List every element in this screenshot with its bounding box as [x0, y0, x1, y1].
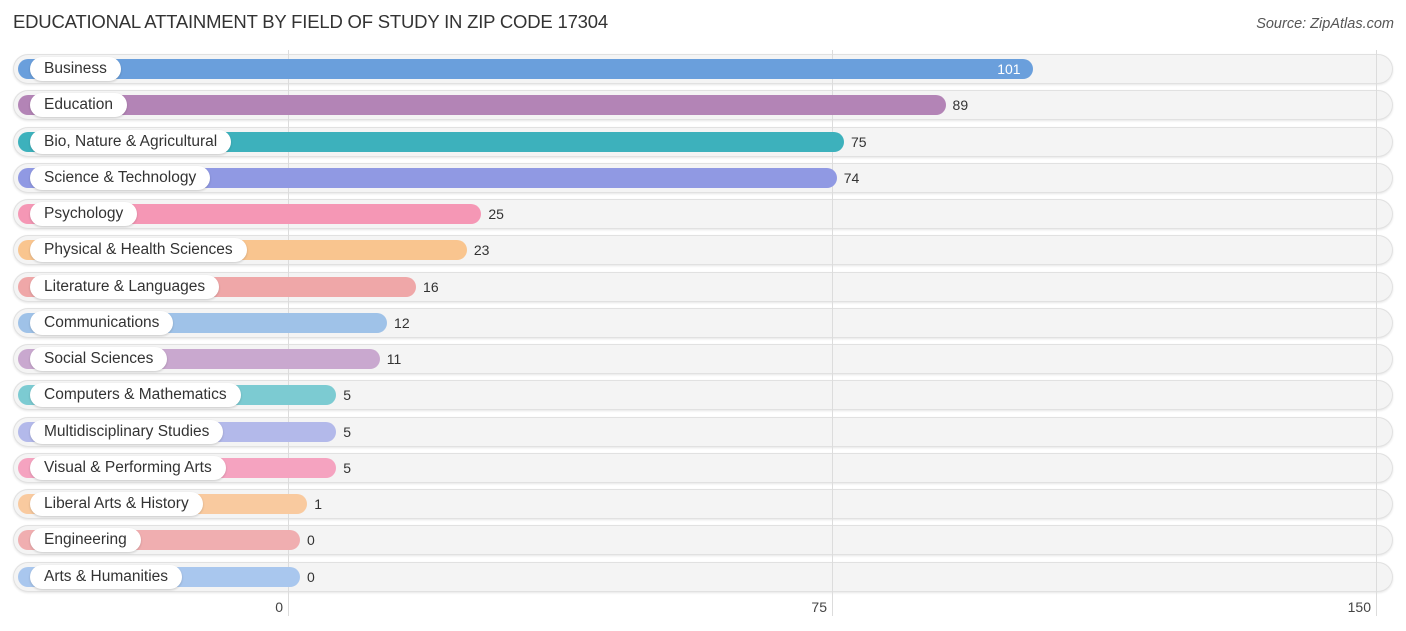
value-label: 74 — [843, 169, 860, 186]
category-label: Visual & Performing Arts — [30, 455, 226, 480]
category-label: Literature & Languages — [30, 274, 220, 299]
value-label: 5 — [343, 459, 352, 476]
value-label: 101 — [997, 61, 1021, 77]
category-label: Liberal Arts & History — [30, 492, 203, 516]
category-label: Bio, Nature & Agricultural — [30, 129, 232, 154]
value-label: 23 — [473, 242, 490, 259]
category-label: Physical & Health Sciences — [30, 238, 247, 263]
value-label: 16 — [423, 278, 439, 295]
category-label: Engineering — [30, 528, 141, 553]
category-label: Business — [30, 57, 121, 81]
value-label: 12 — [394, 314, 410, 331]
category-label: Social Sciences — [30, 347, 168, 371]
category-label: Arts & Humanities — [30, 564, 183, 589]
x-tick-label: 75 — [811, 599, 827, 615]
category-label: Education — [30, 93, 127, 118]
value-label: 25 — [488, 206, 504, 222]
category-label: Computers & Mathematics — [30, 383, 241, 408]
value-label: 75 — [851, 133, 867, 150]
value-label: 5 — [343, 423, 352, 440]
value-label: 5 — [343, 387, 352, 404]
category-label: Multidisciplinary Studies — [30, 419, 224, 444]
x-tick-label: 150 — [1347, 599, 1371, 615]
value-label: 0 — [307, 532, 315, 549]
value-label: 0 — [307, 568, 315, 585]
value-label: 1 — [314, 496, 323, 512]
category-label: Psychology — [30, 202, 138, 226]
bar[interactable] — [18, 59, 1033, 79]
value-label: 89 — [952, 97, 969, 114]
bar[interactable] — [18, 95, 946, 116]
category-label: Science & Technology — [30, 165, 211, 190]
gridline — [1376, 50, 1377, 616]
value-label: 11 — [386, 351, 402, 367]
x-tick-label: 0 — [275, 599, 283, 615]
category-label: Communications — [30, 310, 174, 335]
bar-chart: 0 75 150 Business 101 Education 89 Bio, Nature … — [0, 0, 1406, 631]
